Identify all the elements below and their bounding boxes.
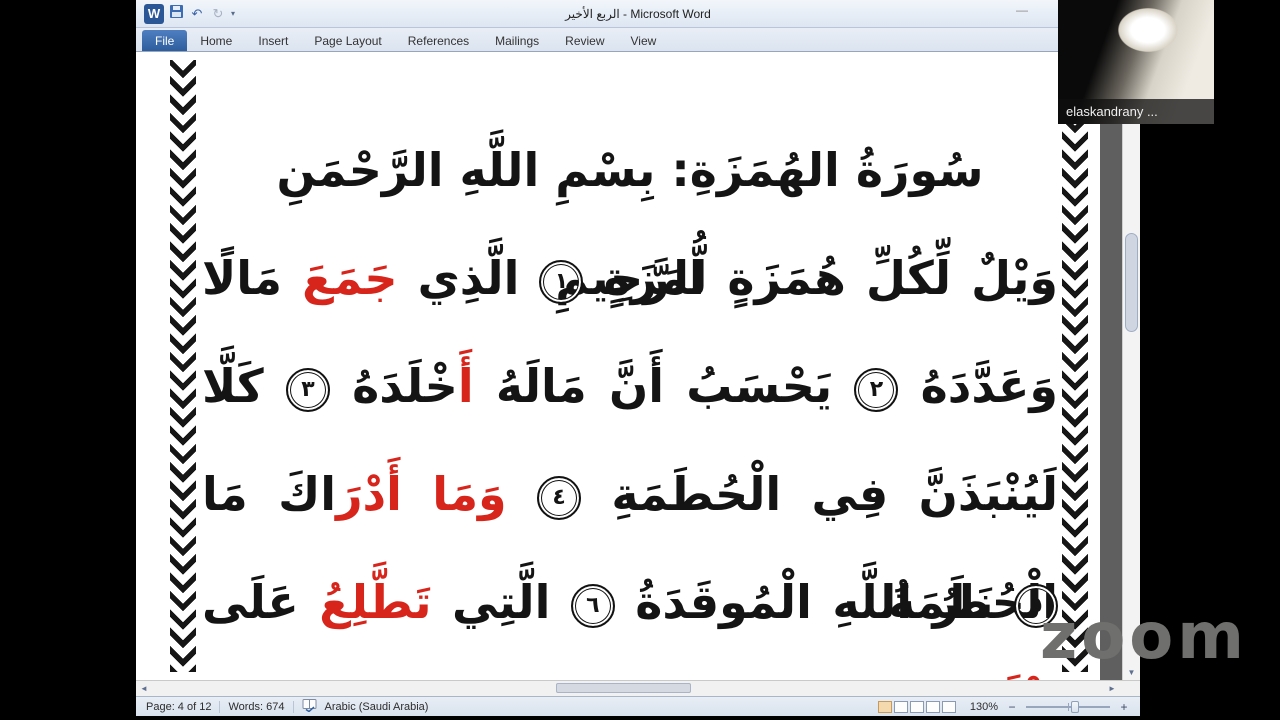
participant-name: elaskandrany ...: [1058, 99, 1214, 124]
separator: [292, 700, 294, 713]
ribbon-tabs: File Home Insert Page Layout References Maili…: [136, 28, 1140, 52]
quick-access-toolbar: W ↶ ↻ ▾: [144, 3, 235, 24]
quran-segment: أَ: [457, 359, 474, 413]
separator: [219, 700, 221, 713]
tab-review[interactable]: Review: [552, 30, 617, 51]
customize-quick-access-icon[interactable]: ▾: [231, 9, 235, 18]
web-layout-view-icon[interactable]: [909, 700, 924, 713]
tab-references[interactable]: References: [395, 30, 482, 51]
zoom-watermark: zoom: [1040, 600, 1248, 674]
tab-home[interactable]: Home: [187, 30, 245, 51]
quran-segment: نَارُ اللَّهِ الْمُوقَدَةُ: [635, 575, 994, 629]
outline-view-icon[interactable]: [925, 700, 940, 713]
ayah-marker: ١: [539, 259, 584, 304]
quran-line-1: سُورَةُ الهُمَزَةِ: بِسْمِ اللَّهِ الرَّ…: [202, 116, 1058, 305]
print-layout-view-icon[interactable]: [877, 700, 892, 713]
quran-segment: الَّذِي: [417, 251, 520, 305]
tab-page-layout[interactable]: Page Layout: [301, 30, 394, 51]
document-area: سُورَةُ الهُمَزَةِ: بِسْمِ اللَّهِ الرَّ…: [136, 52, 1140, 680]
quran-segment: لَيُنْبَذَنَّ فِي الْحُطَمَةِ: [611, 467, 1059, 521]
page-border-right: [1062, 60, 1088, 672]
scroll-left-icon[interactable]: ◄: [136, 681, 152, 696]
quran-line-5: ٥ نَارُ اللَّهِ الْمُوقَدَةُ ٦ الَّتِي ت…: [202, 548, 1058, 656]
view-shortcuts: [877, 700, 956, 713]
save-icon[interactable]: [169, 4, 184, 24]
undo-icon[interactable]: ↶: [189, 6, 205, 22]
vertical-scrollbar-thumb[interactable]: [1125, 233, 1138, 332]
ceiling-fan: [1118, 8, 1178, 52]
word-count[interactable]: Words: 674: [228, 701, 284, 713]
quran-line-4: لَيُنْبَذَنَّ فِي الْحُطَمَةِ ٤ وَمَا أَ…: [202, 440, 1059, 629]
tab-mailings[interactable]: Mailings: [482, 30, 552, 51]
status-bar: Page: 4 of 12 Words: 674 Arabic (Saudi A…: [136, 696, 1140, 716]
page-indicator[interactable]: Page: 4 of 12: [146, 701, 211, 713]
quran-segment: وَمَا أَدْرَ: [336, 467, 507, 521]
quran-segment: وَعَدَّدَهُ: [920, 359, 1058, 413]
language-indicator[interactable]: Arabic (Saudi Arabia): [325, 701, 429, 713]
word-logo-icon[interactable]: W: [144, 3, 164, 24]
quran-segment: عَلَى: [202, 575, 299, 629]
ayah-marker: ٢: [854, 367, 899, 412]
document-page[interactable]: سُورَةُ الهُمَزَةِ: بِسْمِ اللَّهِ الرَّ…: [136, 52, 1100, 680]
redo-icon[interactable]: ↻: [210, 6, 226, 22]
zoom-slider-thumb[interactable]: [1071, 700, 1080, 713]
tab-view[interactable]: View: [618, 30, 670, 51]
draft-view-icon[interactable]: [941, 700, 956, 713]
full-screen-reading-view-icon[interactable]: [893, 700, 908, 713]
tab-insert[interactable]: Insert: [245, 30, 301, 51]
scroll-right-icon[interactable]: ►: [1104, 681, 1120, 696]
participant-video[interactable]: elaskandrany ...: [1058, 0, 1214, 124]
word-window: W ↶ ↻ ▾ الربع الأخير - Microsoft Word — …: [136, 0, 1140, 716]
zoom-level[interactable]: 130%: [970, 701, 998, 713]
quran-segment: الَّتِي: [451, 575, 551, 629]
tab-file[interactable]: File: [142, 30, 188, 51]
window-title: الربع الأخير - Microsoft Word: [565, 6, 711, 21]
ayah-marker: ٣: [285, 367, 330, 412]
quran-text: سُورَةُ الهُمَزَةِ: بِسْمِ اللَّهِ الرَّ…: [202, 116, 1058, 656]
ayah-marker: ٦: [570, 583, 615, 628]
quran-segment: وَيْلٌ لِّكُلِّ هُمَزَةٍ لُّمَزَةٍ: [603, 251, 1059, 305]
page-border-left: [170, 60, 196, 672]
zoom-out-button[interactable]: −: [1006, 700, 1018, 714]
quran-segment: كَلَّا: [202, 359, 264, 413]
title-bar[interactable]: W ↶ ↻ ▾ الربع الأخير - Microsoft Word —: [136, 0, 1140, 28]
quran-segment: يَحْسَبُ أَنَّ مَالَهُ: [495, 359, 833, 413]
vertical-scrollbar[interactable]: ▲ ▼: [1122, 52, 1140, 680]
minimize-button[interactable]: —: [1016, 3, 1028, 17]
zoom-in-button[interactable]: +: [1118, 700, 1130, 714]
quran-segment: مَالًا: [202, 251, 283, 305]
zoom-slider[interactable]: [1026, 700, 1110, 714]
quran-line-2: وَيْلٌ لِّكُلِّ هُمَزَةٍ لُّمَزَةٍ ١ الَ…: [202, 224, 1058, 332]
horizontal-scrollbar[interactable]: ◄ ►: [136, 680, 1140, 696]
ayah-marker: ٤: [537, 475, 582, 520]
quran-line-3: وَعَدَّدَهُ ٢ يَحْسَبُ أَنَّ مَالَهُ أَخ…: [202, 332, 1058, 440]
quran-segment: جَمَعَ: [302, 251, 398, 305]
quran-segment: تَطَّلِعُ: [319, 575, 432, 629]
horizontal-scrollbar-thumb[interactable]: [556, 683, 691, 693]
quran-segment: خْلَدَهُ: [352, 359, 458, 413]
spellcheck-icon[interactable]: [302, 698, 317, 715]
